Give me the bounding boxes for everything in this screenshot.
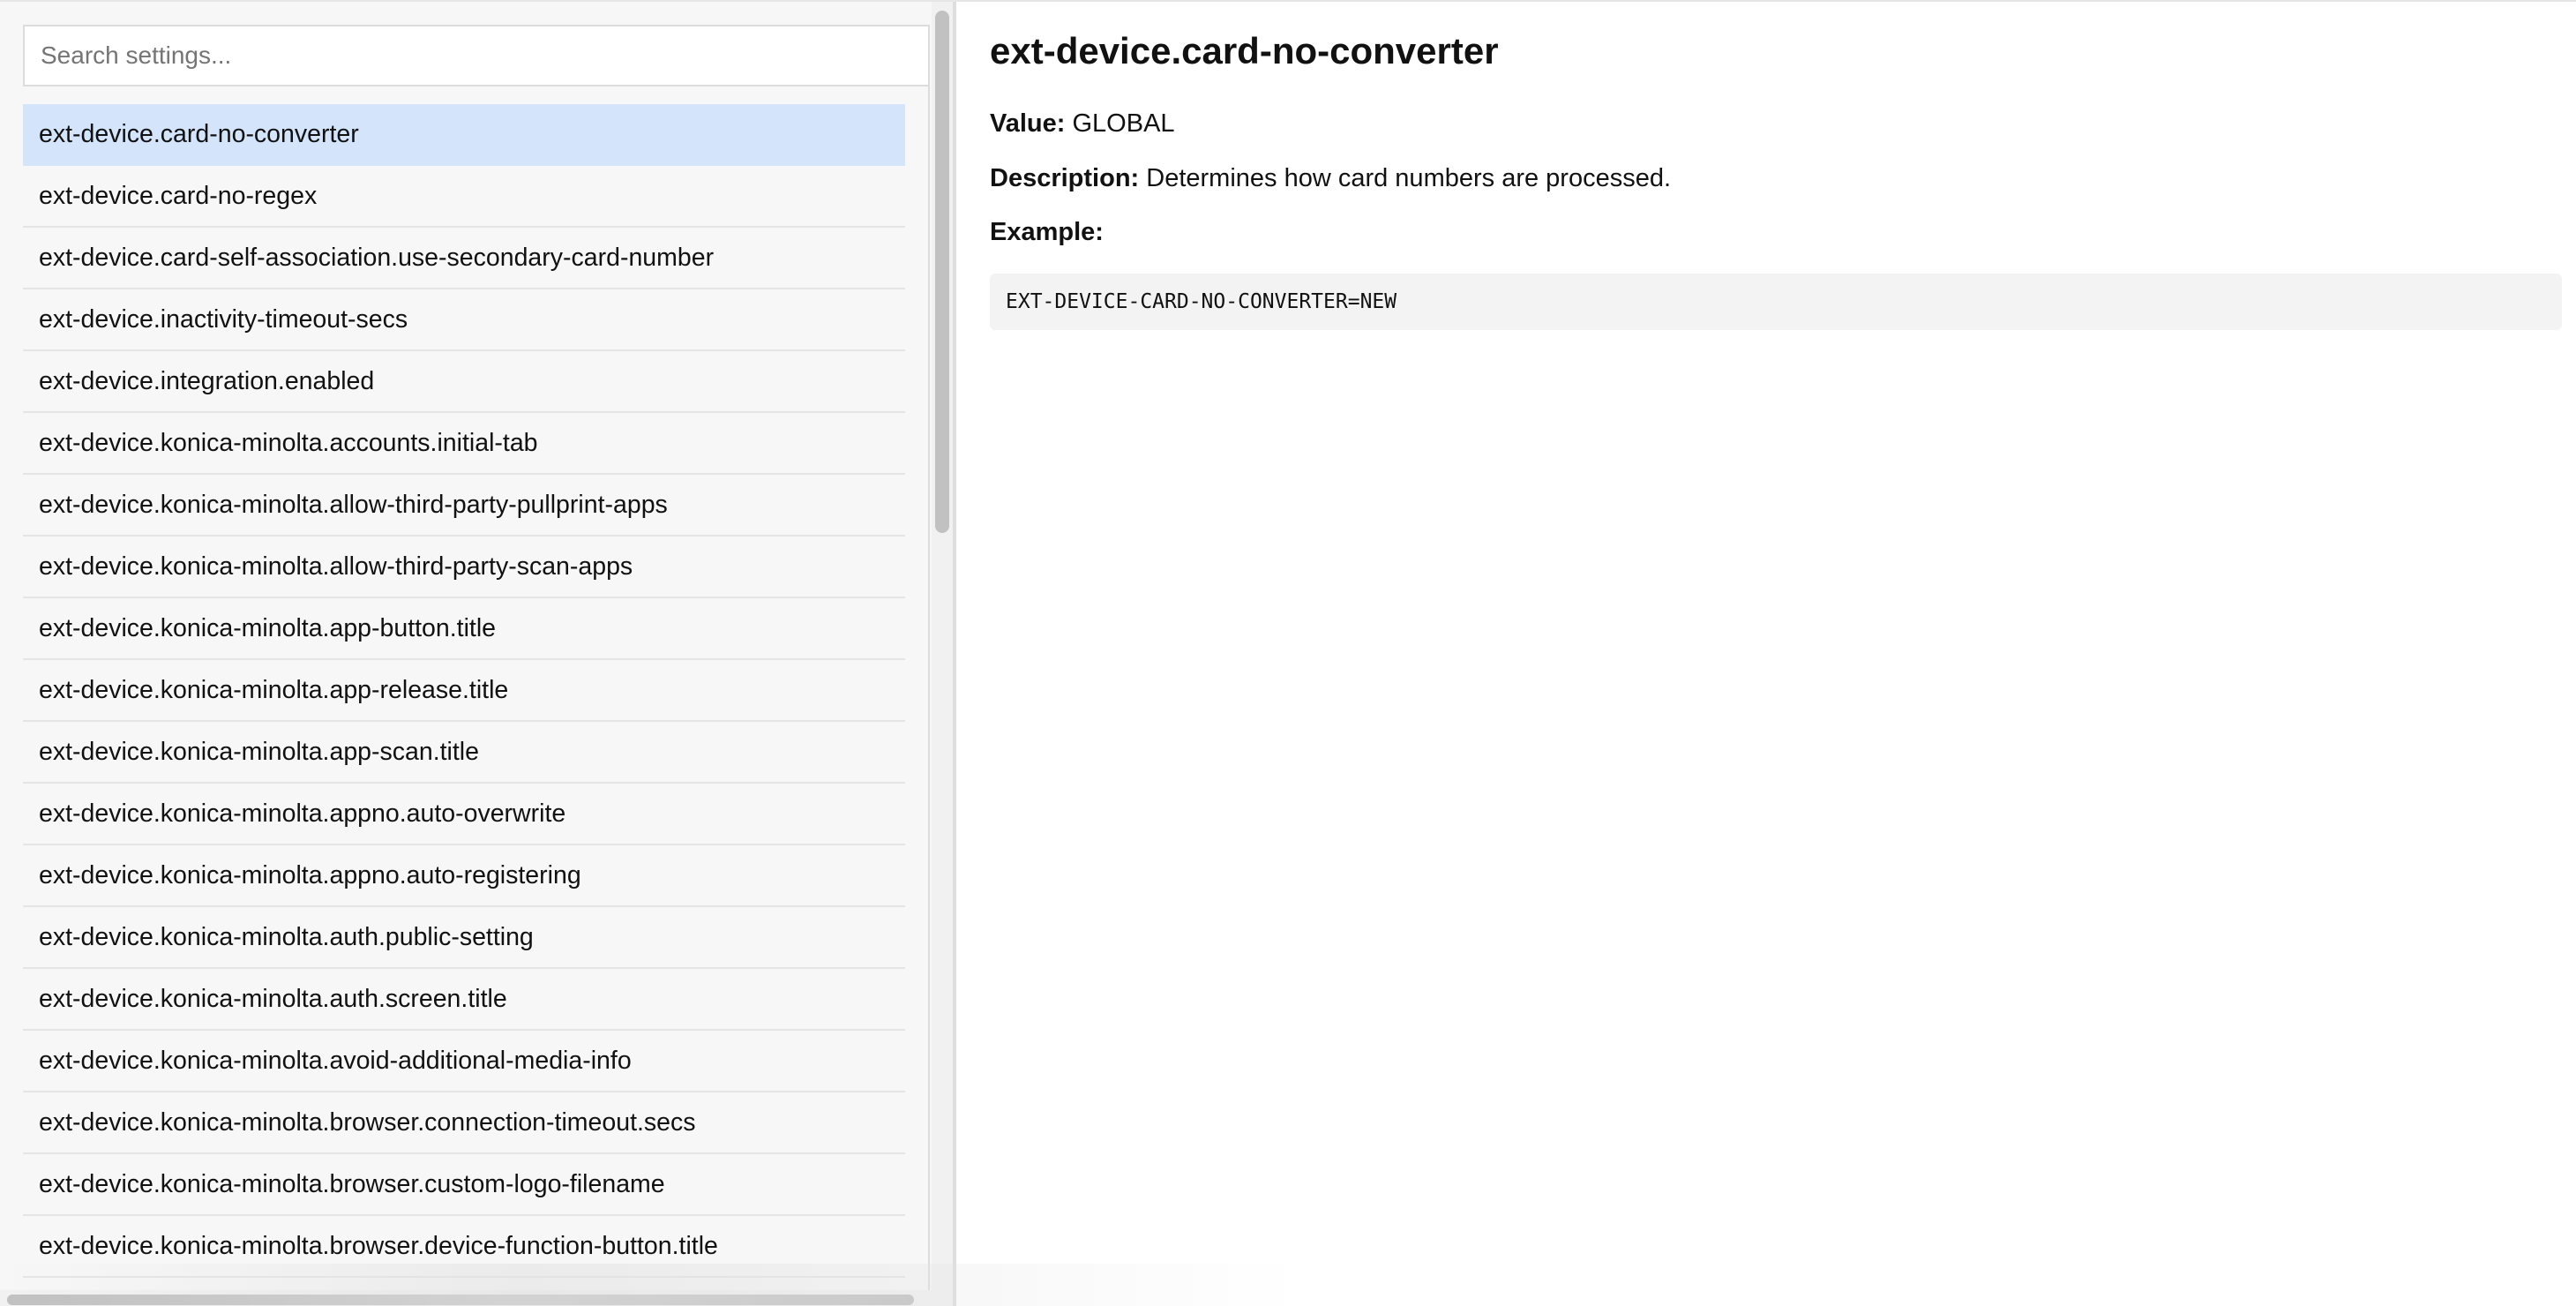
example-label: Example: [990, 218, 1104, 246]
list-divider [928, 86, 930, 1290]
settings-list-item[interactable]: ext-device.konica-minolta.browser.connec… [23, 1092, 905, 1154]
settings-list-item[interactable]: ext-device.inactivity-timeout-secs [23, 289, 905, 351]
settings-list-item[interactable]: ext-device.konica-minolta.accounts.initi… [23, 413, 905, 475]
settings-list-item[interactable]: ext-device.konica-minolta.avoid-addition… [23, 1031, 905, 1092]
settings-list-item[interactable]: ext-device.konica-minolta.appno.auto-reg… [23, 845, 905, 907]
settings-list-item[interactable]: ext-device.konica-minolta.auth.public-se… [23, 907, 905, 969]
settings-list-item[interactable]: ext-device.konica-minolta.appno.auto-ove… [23, 784, 905, 845]
search-input[interactable] [25, 26, 928, 85]
setting-value-row: Value: GLOBAL [990, 109, 1175, 139]
setting-example-row: Example: [990, 218, 1104, 247]
value-text: GLOBAL [1072, 109, 1175, 138]
settings-list-item[interactable]: ext-device.card-no-converter [23, 104, 905, 166]
settings-list: ext-device.card-no-converter ext-device.c… [23, 104, 905, 1278]
example-code: EXT-DEVICE-CARD-NO-CONVERTER=NEW [1006, 290, 1397, 313]
example-code-block: EXT-DEVICE-CARD-NO-CONVERTER=NEW [990, 274, 2562, 330]
settings-list-item[interactable]: ext-device.konica-minolta.allow-third-pa… [23, 475, 905, 537]
setting-title: ext-device.card-no-converter [990, 30, 1499, 71]
description-text: Determines how card numbers are processe… [1146, 164, 1672, 192]
settings-list-item[interactable]: ext-device.konica-minolta.app-scan.title [23, 722, 905, 784]
settings-list-item[interactable]: ext-device.konica-minolta.app-release.ti… [23, 660, 905, 722]
settings-list-item[interactable]: ext-device.konica-minolta.browser.custom… [23, 1154, 905, 1216]
settings-list-item[interactable]: ext-device.card-no-regex [23, 166, 905, 228]
settings-list-item[interactable]: ext-device.konica-minolta.browser.device… [23, 1216, 905, 1278]
vertical-scrollbar-thumb[interactable] [935, 11, 949, 533]
setting-description-row: Description: Determines how card numbers… [990, 164, 1671, 193]
settings-app: ext-device.card-no-converterext-device.c… [0, 0, 2576, 1306]
settings-list-item[interactable]: ext-device.konica-minolta.app-button.tit… [23, 598, 905, 660]
setting-detail-pane: ext-device.card-no-converter Value: GLOB… [956, 2, 2576, 1306]
settings-sidebar: ext-device.card-no-converterext-device.c… [0, 2, 956, 1306]
value-label: Value: [990, 109, 1066, 138]
description-label: Description: [990, 164, 1140, 192]
settings-list-item[interactable]: ext-device.card-self-association.use-sec… [23, 228, 905, 289]
settings-list-item[interactable]: ext-device.integration.enabled [23, 351, 905, 413]
search-box[interactable] [23, 25, 930, 86]
settings-list-item[interactable]: ext-device.konica-minolta.allow-third-pa… [23, 537, 905, 598]
settings-list-item[interactable]: ext-device.konica-minolta.auth.screen.ti… [23, 969, 905, 1031]
horizontal-scrollbar-thumb[interactable] [7, 1295, 914, 1305]
